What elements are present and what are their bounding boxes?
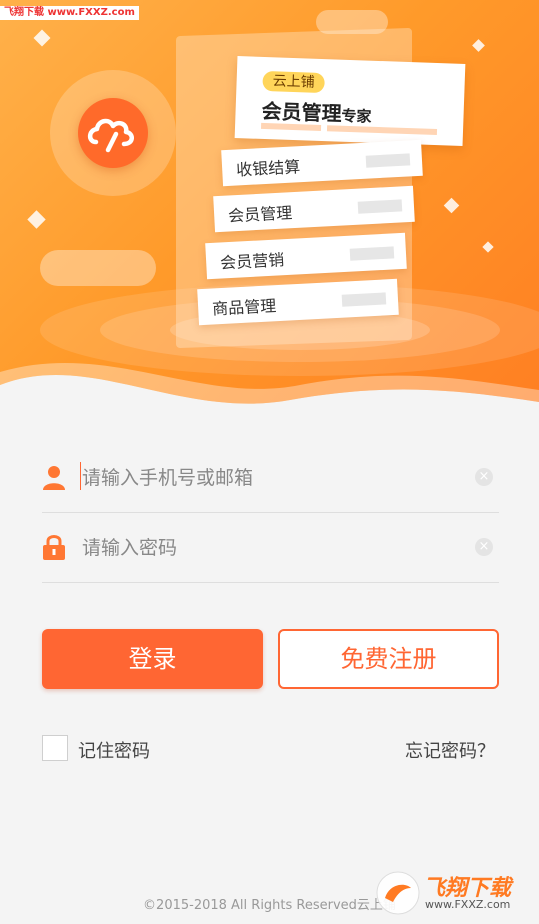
phone-input[interactable] — [80, 460, 464, 496]
phone-field: × — [42, 442, 499, 513]
password-input[interactable] — [80, 530, 464, 566]
feature-label: 会员管理 — [227, 203, 293, 226]
hero-title-main: 会员管理 — [261, 98, 342, 126]
watermark-logo-icon — [376, 871, 420, 915]
login-button[interactable]: 登录 — [42, 629, 263, 689]
text-caret — [80, 462, 81, 490]
logo-circle — [78, 98, 148, 168]
user-icon — [43, 466, 65, 490]
lock-icon — [43, 535, 65, 560]
hero-title-suffix: 专家 — [341, 106, 372, 126]
hero-title-card: 云上铺 会员管理专家 — [234, 56, 466, 146]
watermark-url: www.FXXZ.com — [425, 898, 511, 911]
placeholder-bar — [341, 292, 387, 307]
forgot-password-link[interactable]: 忘记密码？ — [405, 737, 495, 763]
watermark-bottom: 飞翔下载 www.FXXZ.com — [373, 866, 533, 918]
brand-badge: 云上铺 — [262, 70, 325, 94]
clear-phone-icon[interactable]: × — [475, 468, 493, 486]
app-logo — [50, 70, 176, 196]
remember-checkbox[interactable] — [42, 735, 68, 761]
placeholder-bar — [357, 199, 403, 214]
placeholder-bar — [365, 153, 411, 168]
remember-label: 记住密码 — [78, 741, 150, 762]
password-field: × — [42, 512, 499, 583]
decorative-line — [260, 122, 322, 132]
cloud-decoration — [40, 250, 156, 286]
register-button[interactable]: 免费注册 — [278, 629, 499, 689]
feature-label: 收银结算 — [235, 157, 301, 180]
decorative-line — [326, 125, 438, 136]
watermark-top: 飞翔下载 www.FXXZ.com — [0, 6, 139, 20]
feature-label: 会员营销 — [219, 250, 285, 273]
feature-label: 商品管理 — [211, 296, 277, 319]
cloud-logo-icon — [87, 118, 134, 153]
clear-password-icon[interactable]: × — [475, 538, 493, 556]
hero-banner: 飞翔下载 www.FXXZ.com 云上铺 会员管理专家 收银结算 会员管理 会… — [0, 0, 539, 430]
placeholder-bar — [349, 246, 395, 261]
